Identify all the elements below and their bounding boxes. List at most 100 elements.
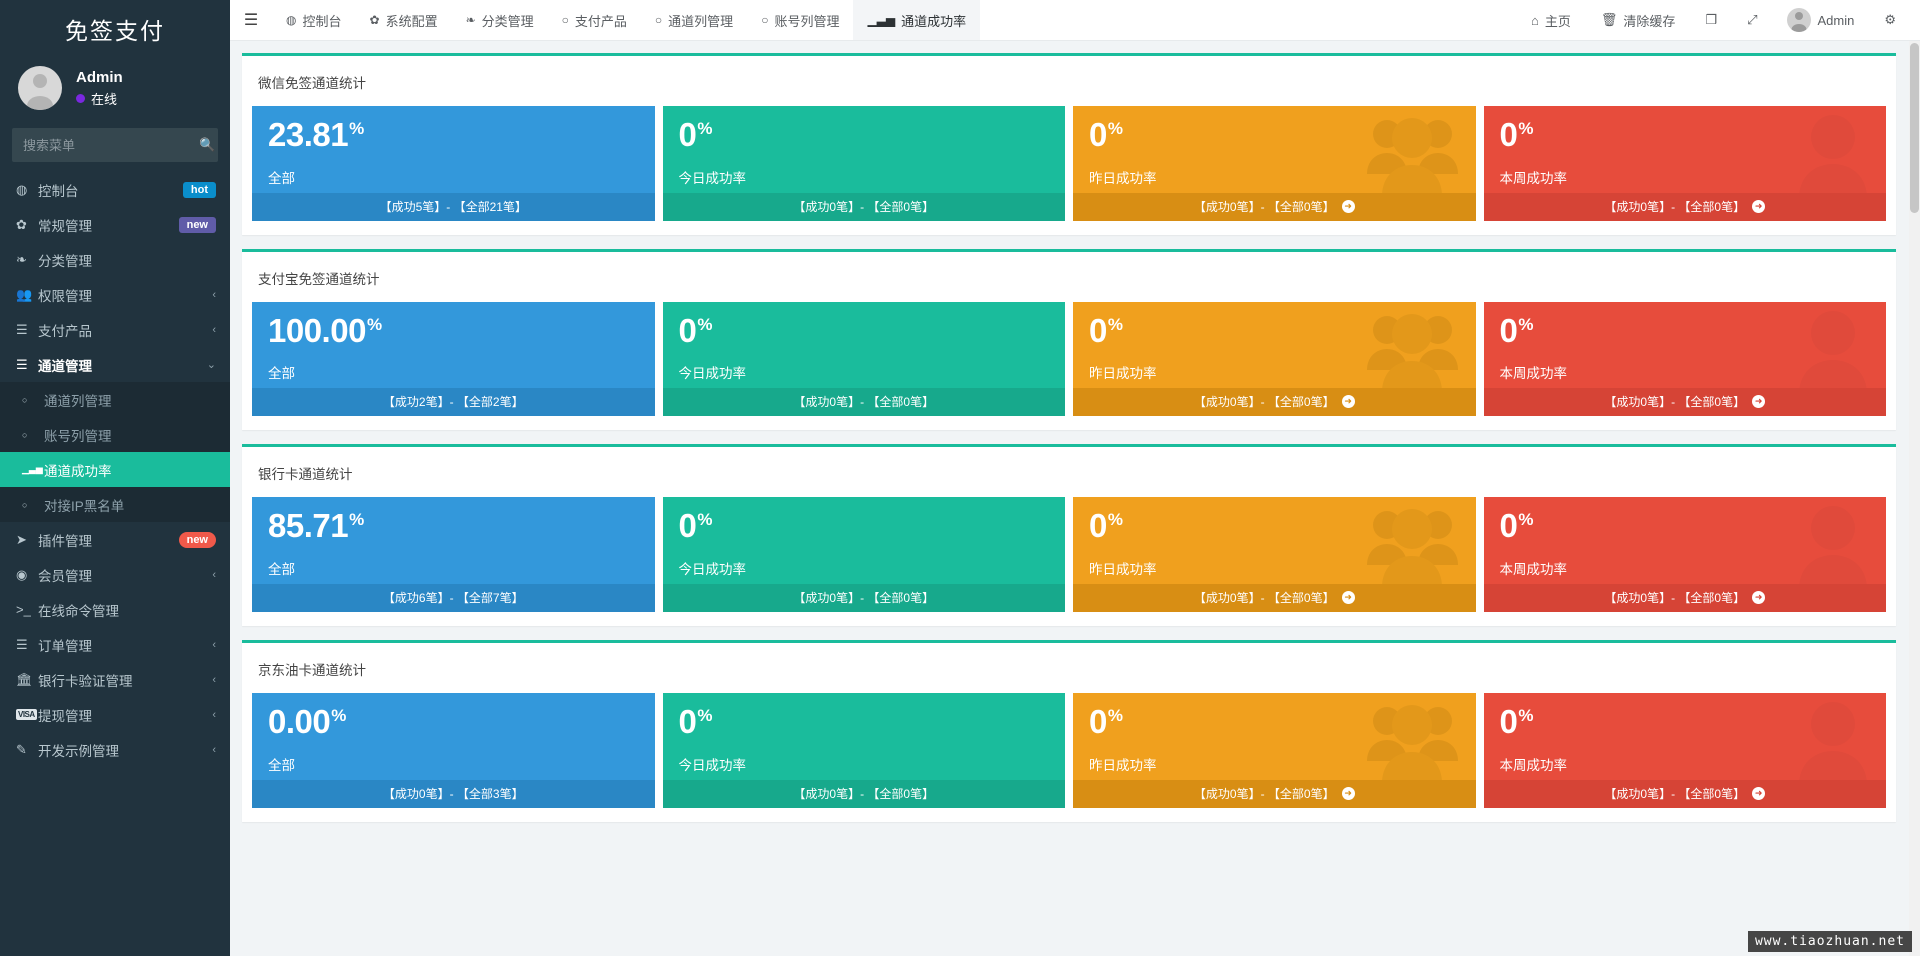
tile-value-wrap: 0.00% xyxy=(268,704,639,740)
fullscreen-button[interactable]: ⤢ xyxy=(1733,0,1771,41)
stat-tile-blue[interactable]: 0.00% 全部 【成功0笔】- 【全部3笔】 xyxy=(252,692,655,808)
tile-footer[interactable]: 【成功0笔】- 【全部0笔】 ➜ xyxy=(1073,779,1476,808)
sidebar-item-10[interactable]: ➤ 插件管理 new xyxy=(0,522,230,557)
tab-5[interactable]: ○ 账号列管理 xyxy=(747,0,853,40)
sidebar-item-4[interactable]: ☰ 支付产品 ‹ xyxy=(0,312,230,347)
panel-title: 京东油卡通道统计 xyxy=(258,662,366,678)
menu-toggle-icon[interactable]: ☰ xyxy=(230,0,272,40)
tile-footer[interactable]: 【成功0笔】- 【全部0笔】 ➜ xyxy=(1073,192,1476,221)
sidebar-item-0[interactable]: ◍ 控制台 hot xyxy=(0,172,230,207)
tile-value-wrap: 0% xyxy=(679,704,1050,740)
arrow-right-circle-icon[interactable]: ➜ xyxy=(1341,395,1355,409)
sidebar-item-15[interactable]: VISA 提现管理 ‹ xyxy=(0,697,230,732)
tab-4[interactable]: ○ 通道列管理 xyxy=(641,0,747,40)
sidebar-item-11[interactable]: ◉ 会员管理 ‹ xyxy=(0,557,230,592)
stat-tile-green[interactable]: 0% 今日成功率 【成功0笔】- 【全部0笔】 xyxy=(662,692,1065,808)
sidebar-item-12[interactable]: >_ 在线命令管理 xyxy=(0,592,230,627)
tile-footer[interactable]: 【成功0笔】- 【全部0笔】 ➜ xyxy=(1483,192,1886,221)
tile-body: 0% 昨日成功率 xyxy=(1073,693,1476,780)
topbar: ☰ ◍ 控制台 ✿ 系统配置 ❧ 分类管理 ○ 支付产品 ○ 通道列管理 ○ 账号列管理 ▁▃▅ 通道成功… xyxy=(230,0,1920,41)
sidebar-profile[interactable]: Admin 在线 xyxy=(0,58,230,124)
stat-tile-red[interactable]: 0% 本周成功率 【成功0笔】- 【全部0笔】 ➜ xyxy=(1483,497,1886,612)
avatar xyxy=(18,66,62,110)
tile-footer[interactable]: 【成功0笔】- 【全部3笔】 xyxy=(252,779,655,808)
sidebar-item-5[interactable]: ☰ 通道管理 ⌄ xyxy=(0,347,230,382)
tile-footer-text: 【成功2笔】- 【全部2笔】 xyxy=(382,395,524,410)
tile-footer[interactable]: 【成功0笔】- 【全部0笔】 xyxy=(662,779,1065,808)
arrow-right-circle-icon[interactable]: ➜ xyxy=(1752,786,1766,800)
theme-button[interactable]: ❒ xyxy=(1691,0,1731,41)
tile-footer-text: 【成功0笔】- 【全部0笔】 xyxy=(1193,395,1335,410)
sidebar-search[interactable]: 🔍 xyxy=(12,128,218,162)
tile-footer[interactable]: 【成功6笔】- 【全部7笔】 xyxy=(252,583,655,612)
tab-1[interactable]: ✿ 系统配置 xyxy=(356,0,452,40)
app-root: 免签支付 Admin 在线 🔍 ◍ 控制台 hot ✿ 常规管理 new ❧ 分类管理 👥 权限管… xyxy=(0,0,1920,956)
stat-tile-green[interactable]: 0% 今日成功率 【成功0笔】- 【全部0笔】 xyxy=(662,497,1065,612)
stat-tile-orange[interactable]: 0% 昨日成功率 【成功0笔】- 【全部0笔】 ➜ xyxy=(1073,497,1476,612)
user-menu-button[interactable]: Admin xyxy=(1773,0,1868,41)
stat-tile-blue[interactable]: 85.71% 全部 【成功6笔】- 【全部7笔】 xyxy=(252,497,655,612)
tile-footer[interactable]: 【成功0笔】- 【全部0笔】 xyxy=(662,192,1065,221)
tile-value-wrap: 0% xyxy=(678,116,1050,153)
tab-label: 控制台 xyxy=(302,13,342,29)
tab-0[interactable]: ◍ 控制台 xyxy=(272,0,356,40)
tile-value: 0 xyxy=(678,116,697,153)
arrow-right-circle-icon[interactable]: ➜ xyxy=(1341,786,1355,800)
tile-value-wrap: 0% xyxy=(1089,313,1460,349)
tile-footer[interactable]: 【成功0笔】- 【全部0笔】 ➜ xyxy=(1483,779,1886,808)
sidebar-item-2[interactable]: ❧ 分类管理 xyxy=(0,242,230,277)
tile-footer[interactable]: 【成功0笔】- 【全部0笔】 ➜ xyxy=(1073,583,1476,612)
tile-footer[interactable]: 【成功0笔】- 【全部0笔】 ➜ xyxy=(1483,583,1886,612)
stat-tile-green[interactable]: 0% 今日成功率【成功0笔】- 【全部0笔】 xyxy=(662,106,1065,221)
search-icon[interactable]: 🔍 xyxy=(199,137,215,153)
magic-wand-icon: ✎ xyxy=(16,741,27,757)
trash-button[interactable]: 🗑 清除缓存 xyxy=(1587,0,1690,41)
sidebar-item-1[interactable]: ✿ 常规管理 new xyxy=(0,207,230,242)
tab-2[interactable]: ❧ 分类管理 xyxy=(452,0,548,40)
home-button[interactable]: ⌂ 主页 xyxy=(1517,0,1585,41)
tab-3[interactable]: ○ 支付产品 xyxy=(548,0,641,40)
tile-footer[interactable]: 【成功0笔】- 【全部0笔】 xyxy=(662,583,1065,612)
stat-tile-red[interactable]: 0% 本周成功率 【成功0笔】- 【全部0笔】 ➜ xyxy=(1483,301,1886,417)
tile-footer-text: 【成功0笔】- 【全部0笔】 xyxy=(1604,395,1746,410)
stat-tile-orange[interactable]: 0% 昨日成功率 【成功0笔】- 【全部0笔】 ➜ xyxy=(1073,301,1476,417)
arrow-right-circle-icon[interactable]: ➜ xyxy=(1341,590,1355,604)
sidebar-item-13[interactable]: ☰ 订单管理 ‹ xyxy=(0,627,230,662)
sidebar-item-8[interactable]: ▁▃▅ 通道成功率 xyxy=(0,452,230,487)
stat-tile-red[interactable]: 0% 本周成功率 【成功0笔】- 【全部0笔】 ➜ xyxy=(1483,106,1886,221)
tile-unit: % xyxy=(1518,705,1533,725)
sidebar-item-16[interactable]: ✎ 开发示例管理 ‹ xyxy=(0,732,230,767)
tile-value: 0 xyxy=(1089,702,1107,740)
sidebar-item-14[interactable]: 🏛 银行卡验证管理 ‹ xyxy=(0,662,230,697)
tab-6[interactable]: ▁▃▅ 通道成功率 xyxy=(853,0,981,40)
stat-tile-orange[interactable]: 0% 昨日成功率 【成功0笔】- 【全部0笔】 ➜ xyxy=(1073,106,1476,221)
tile-footer[interactable]: 【成功0笔】- 【全部0笔】 ➜ xyxy=(1073,388,1476,417)
sidebar-item-7[interactable]: ○ 账号列管理 xyxy=(0,417,230,452)
arrow-right-circle-icon[interactable]: ➜ xyxy=(1752,199,1766,213)
tile-footer[interactable]: 【成功5笔】- 【全部21笔】 xyxy=(252,192,655,221)
tile-footer-text: 【成功0笔】- 【全部0笔】 xyxy=(1193,590,1335,605)
tile-footer[interactable]: 【成功0笔】- 【全部0笔】 xyxy=(662,388,1065,417)
scrollbar-thumb[interactable] xyxy=(1910,43,1919,213)
stat-tile-blue[interactable]: 100.00% 全部 【成功2笔】- 【全部2笔】 xyxy=(252,301,655,417)
tile-label: 今日成功率 xyxy=(678,170,747,186)
stat-tile-green[interactable]: 0% 今日成功率 【成功0笔】- 【全部0笔】 xyxy=(662,301,1065,417)
vertical-scrollbar[interactable] xyxy=(1909,41,1920,956)
tile-footer[interactable]: 【成功2笔】- 【全部2笔】 xyxy=(252,388,655,417)
tile-footer[interactable]: 【成功0笔】- 【全部0笔】 ➜ xyxy=(1483,388,1886,417)
arrow-right-circle-icon[interactable]: ➜ xyxy=(1752,395,1766,409)
stat-tile-red[interactable]: 0% 本周成功率 【成功0笔】- 【全部0笔】 ➜ xyxy=(1483,692,1886,808)
settings-button[interactable]: ⚙ xyxy=(1870,0,1910,41)
list-icon: ☰ xyxy=(16,321,28,337)
tile-value: 0 xyxy=(1499,116,1518,153)
fullscreen-icon: ⤢ xyxy=(1747,12,1758,27)
arrow-right-circle-icon[interactable]: ➜ xyxy=(1752,590,1766,604)
tile-unit: % xyxy=(1518,510,1533,530)
stat-tile-blue[interactable]: 23.81% 全部 【成功5笔】- 【全部21笔】 xyxy=(252,106,655,221)
arrow-right-circle-icon[interactable]: ➜ xyxy=(1341,199,1355,213)
search-input[interactable] xyxy=(23,137,199,153)
sidebar-item-6[interactable]: ○ 通道列管理 xyxy=(0,382,230,417)
stat-tile-orange[interactable]: 0% 昨日成功率 【成功0笔】- 【全部0笔】 ➜ xyxy=(1073,692,1476,808)
sidebar-item-3[interactable]: 👥 权限管理 ‹ xyxy=(0,277,230,312)
sidebar-item-9[interactable]: ○ 对接IP黑名单 xyxy=(0,487,230,522)
